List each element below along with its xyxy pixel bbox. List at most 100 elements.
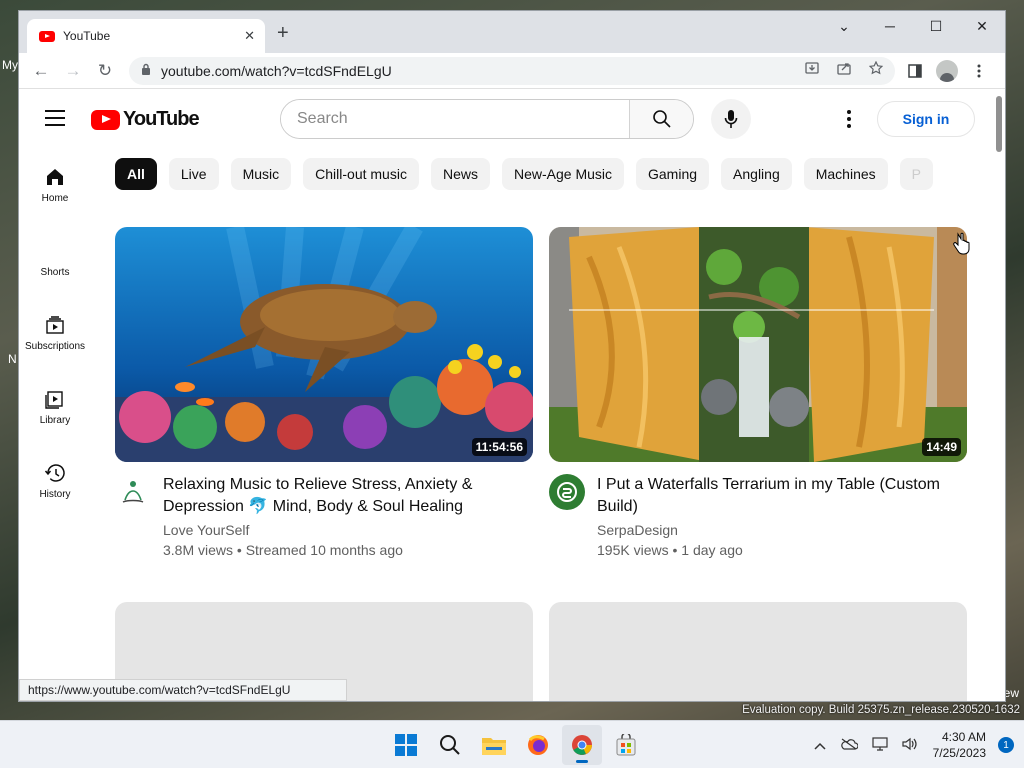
video-duration: 14:49 — [922, 438, 961, 456]
search-icon — [652, 110, 671, 128]
loading-placeholder — [549, 602, 967, 701]
history-icon — [44, 463, 65, 482]
folder-icon — [482, 738, 506, 755]
search-icon — [440, 735, 460, 755]
taskbar-clock[interactable]: 4:30 AM 7/25/2023 — [933, 729, 986, 761]
search-box — [280, 99, 694, 139]
guide-label: Home — [41, 192, 69, 204]
address-bar[interactable]: youtube.com/watch?v=tcdSFndELgU — [129, 56, 895, 85]
chip-news[interactable]: News — [430, 158, 490, 190]
youtube-masthead: YouTube Sign in — [19, 90, 1005, 148]
url-text[interactable]: youtube.com/watch?v=tcdSFndELgU — [161, 63, 791, 79]
file-explorer-button[interactable] — [474, 725, 514, 765]
video-meta: I Put a Waterfalls Terrarium in my Table… — [549, 474, 967, 558]
chip-all[interactable]: All — [115, 158, 157, 190]
tab-close-icon[interactable]: ✕ — [244, 28, 255, 44]
taskbar-apps — [386, 725, 650, 765]
close-window-button[interactable]: ✕ — [959, 11, 1005, 41]
guide-item-shorts[interactable]: Shorts — [19, 222, 91, 296]
link-status-bar: https://www.youtube.com/watch?v=tcdSFndE… — [19, 679, 347, 701]
new-tab-button[interactable]: + — [277, 23, 289, 43]
tab-strip: YouTube ✕ + ⌄ ─ ☐ ✕ — [19, 11, 1005, 53]
sign-in-button[interactable]: Sign in — [877, 101, 975, 137]
channel-name[interactable]: SerpaDesign — [597, 522, 967, 538]
network-icon[interactable] — [872, 736, 888, 754]
share-icon[interactable] — [837, 62, 855, 78]
desktop-icon-label[interactable]: N — [8, 352, 17, 366]
guide-label: History — [39, 488, 71, 500]
turtle-reef-thumbnail — [115, 227, 533, 462]
start-button[interactable] — [386, 725, 426, 765]
guide-item-library[interactable]: Library — [19, 370, 91, 444]
subscriptions-icon — [46, 315, 64, 334]
channel-avatar[interactable] — [549, 474, 585, 510]
onedrive-offline-icon[interactable] — [840, 738, 859, 753]
guide-item-subscriptions[interactable]: Subscriptions — [19, 296, 91, 370]
video-duration: 11:54:56 — [471, 438, 527, 456]
chip-angling[interactable]: Angling — [721, 158, 792, 190]
chip-music[interactable]: Music — [230, 158, 292, 190]
firefox-icon — [528, 735, 548, 755]
tab-youtube[interactable]: YouTube ✕ — [27, 19, 265, 53]
chip-partial[interactable]: P — [899, 158, 933, 190]
video-title[interactable]: Relaxing Music to Relieve Stress, Anxiet… — [163, 474, 533, 518]
guide-label: Shorts — [40, 266, 70, 278]
windows-logo-icon — [395, 734, 417, 756]
forward-button[interactable]: → — [59, 57, 87, 85]
install-app-icon[interactable] — [805, 62, 823, 78]
settings-menu-icon[interactable] — [837, 107, 861, 131]
lock-icon[interactable] — [141, 63, 151, 78]
back-button[interactable]: ← — [27, 57, 55, 85]
page-scrollbar[interactable] — [993, 90, 1005, 701]
chip-chill-out-music[interactable]: Chill-out music — [303, 158, 419, 190]
voice-search-button[interactable] — [711, 99, 751, 139]
shorts-icon — [45, 241, 65, 261]
minimize-button[interactable]: ─ — [867, 11, 913, 41]
serpa-logo-icon — [557, 482, 577, 502]
hamburger-menu-icon[interactable] — [45, 110, 65, 131]
meditation-logo-icon — [122, 481, 144, 503]
clock-date: 7/25/2023 — [932, 746, 986, 760]
channel-avatar[interactable] — [115, 474, 151, 510]
store-button[interactable] — [606, 725, 646, 765]
video-card[interactable]: 14:49 I Put a Waterfalls Terrarium in my… — [549, 227, 967, 558]
window-controls: ⌄ ─ ☐ ✕ — [821, 11, 1005, 41]
filter-chips: All Live Music Chill-out music News New-… — [115, 158, 945, 190]
tab-search-button[interactable]: ⌄ — [821, 11, 867, 41]
side-panel-icon[interactable] — [901, 57, 929, 85]
reload-button[interactable]: ↻ — [91, 57, 119, 85]
guide-item-home[interactable]: Home — [19, 148, 91, 222]
youtube-favicon-icon — [39, 30, 55, 42]
video-thumbnail[interactable]: 11:54:56 — [115, 227, 533, 462]
maximize-button[interactable]: ☐ — [913, 11, 959, 41]
notification-badge[interactable]: 1 — [998, 737, 1014, 753]
video-card[interactable]: 11:54:56 Relaxing Music to Relieve Stres… — [115, 227, 533, 558]
chip-machines[interactable]: Machines — [803, 158, 888, 190]
desktop-icon-label[interactable]: My — [2, 58, 18, 72]
chrome-button[interactable] — [562, 725, 602, 765]
windows-taskbar: 4:30 AM 7/25/2023 1 — [0, 720, 1024, 768]
profile-avatar[interactable] — [933, 57, 961, 85]
chrome-menu-icon[interactable] — [965, 57, 993, 85]
firefox-button[interactable] — [518, 725, 558, 765]
taskbar-search-button[interactable] — [430, 725, 470, 765]
video-title[interactable]: I Put a Waterfalls Terrarium in my Table… — [597, 474, 967, 518]
guide-item-history[interactable]: History — [19, 444, 91, 518]
video-thumbnail[interactable]: 14:49 — [549, 227, 967, 462]
chip-gaming[interactable]: Gaming — [636, 158, 710, 190]
chip-live[interactable]: Live — [168, 158, 219, 190]
clock-time: 4:30 AM — [941, 730, 986, 744]
volume-icon[interactable] — [902, 737, 918, 754]
youtube-logo[interactable]: YouTube — [91, 108, 200, 131]
youtube-wordmark: YouTube — [123, 108, 200, 130]
chrome-icon — [572, 735, 592, 755]
search-input[interactable] — [281, 100, 629, 138]
search-button[interactable] — [629, 100, 693, 138]
channel-name[interactable]: Love YourSelf — [163, 522, 533, 538]
chevron-up-icon[interactable] — [814, 738, 826, 753]
video-stats: 195K views • 1 day ago — [597, 542, 743, 558]
chip-new-age-music[interactable]: New-Age Music — [501, 158, 624, 190]
home-icon — [47, 168, 63, 185]
system-tray: 4:30 AM 7/25/2023 1 — [807, 721, 1014, 768]
bookmark-star-icon[interactable] — [868, 60, 884, 78]
